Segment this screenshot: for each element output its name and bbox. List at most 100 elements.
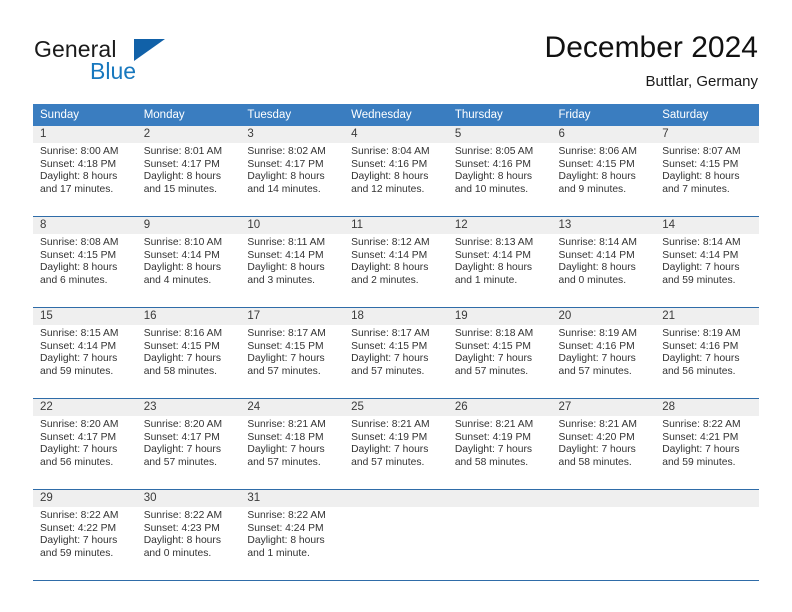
day-info-daylight2-line: and 14 minutes.: [247, 183, 321, 195]
weekday-header-monday: Monday: [136, 104, 241, 126]
day-info-daylight1-line: Daylight: 7 hours: [143, 353, 221, 365]
day-cell-inner: 1 Sunrise: 8:00 AM Sunset: 4:18 PM Daylight…: [33, 126, 137, 216]
calendar-day-cell[interactable]: 26 Sunrise: 8:21 AM Sunset: 4:19 PM Dayligh…: [447, 398, 552, 490]
day-number: [655, 490, 759, 507]
day-info-daylight2-line: and 57 minutes.: [247, 365, 321, 377]
day-info-sunrise-line: Sunrise: 8:20 AM: [143, 419, 223, 430]
day-info-sunrise-line: Sunrise: 8:22 AM: [662, 419, 741, 430]
day-info-sunset-line: Sunset: 4:22 PM: [40, 522, 117, 534]
calendar-day-cell[interactable]: 22 Sunrise: 8:20 AM Sunset: 4:17 PM Dayligh…: [33, 398, 137, 490]
calendar-day-cell[interactable]: 1 Sunrise: 8:00 AM Sunset: 4:18 PM Daylight…: [33, 126, 137, 217]
day-sun-info: Sunrise: 8:02 AM Sunset: 4:17 PM Daylight:…: [240, 143, 344, 196]
day-info-daylight1-line: Daylight: 8 hours: [558, 171, 636, 183]
calendar-day-cell[interactable]: 4 Sunrise: 8:04 AM Sunset: 4:16 PM Daylight…: [344, 126, 448, 217]
title-block: December 2024 Buttlar, Germany: [545, 30, 758, 92]
day-info-daylight1-line: Daylight: 7 hours: [247, 444, 325, 456]
calendar-day-cell[interactable]: 29 Sunrise: 8:22 AM Sunset: 4:22 PM Dayligh…: [33, 489, 137, 580]
calendar-day-cell[interactable]: 21 Sunrise: 8:19 AM Sunset: 4:16 PM Dayligh…: [655, 307, 759, 399]
day-info-daylight1-line: Daylight: 7 hours: [40, 444, 118, 456]
calendar-day-cell[interactable]: 31 Sunrise: 8:22 AM Sunset: 4:24 PM Dayligh…: [240, 489, 345, 580]
day-sun-info: Sunrise: 8:19 AM Sunset: 4:16 PM Daylight:…: [655, 325, 759, 378]
day-info-sunrise-line: Sunrise: 8:15 AM: [40, 328, 119, 339]
calendar-day-cell[interactable]: 15 Sunrise: 8:15 AM Sunset: 4:14 PM Dayligh…: [33, 307, 137, 399]
day-cell-inner: 26 Sunrise: 8:21 AM Sunset: 4:19 PM Dayligh…: [447, 399, 552, 489]
calendar-day-cell[interactable]: 23 Sunrise: 8:20 AM Sunset: 4:17 PM Dayligh…: [136, 398, 241, 490]
calendar-day-cell[interactable]: 25 Sunrise: 8:21 AM Sunset: 4:19 PM Dayligh…: [344, 398, 448, 490]
calendar-day-cell[interactable]: 19 Sunrise: 8:18 AM Sunset: 4:15 PM Dayligh…: [447, 307, 552, 399]
day-info-sunset-line: Sunset: 4:14 PM: [662, 249, 739, 261]
general-blue-logo[interactable]: General Blue: [34, 36, 214, 92]
calendar-day-cell[interactable]: 27 Sunrise: 8:21 AM Sunset: 4:20 PM Dayligh…: [551, 398, 656, 490]
calendar-day-cell[interactable]: 11 Sunrise: 8:12 AM Sunset: 4:14 PM Dayligh…: [344, 216, 448, 308]
calendar-day-cell[interactable]: 28 Sunrise: 8:22 AM Sunset: 4:21 PM Dayligh…: [655, 398, 759, 490]
day-cell-inner: 22 Sunrise: 8:20 AM Sunset: 4:17 PM Dayligh…: [33, 399, 137, 489]
day-sun-info: Sunrise: 8:14 AM Sunset: 4:14 PM Daylight:…: [655, 234, 759, 287]
day-info-daylight1-line: Daylight: 8 hours: [558, 262, 636, 274]
day-info-daylight2-line: and 57 minutes.: [143, 456, 217, 468]
day-info-daylight2-line: and 56 minutes.: [662, 365, 736, 377]
day-info-sunrise-line: Sunrise: 8:17 AM: [247, 328, 326, 339]
calendar-day-cell[interactable]: 12 Sunrise: 8:13 AM Sunset: 4:14 PM Dayligh…: [447, 216, 552, 308]
calendar-day-cell[interactable]: 5 Sunrise: 8:05 AM Sunset: 4:16 PM Daylight…: [447, 126, 552, 217]
calendar-day-cell[interactable]: 6 Sunrise: 8:06 AM Sunset: 4:15 PM Daylight…: [551, 126, 656, 217]
day-info-sunset-line: Sunset: 4:17 PM: [247, 158, 324, 170]
day-sun-info: Sunrise: 8:00 AM Sunset: 4:18 PM Daylight:…: [33, 143, 137, 196]
day-info-sunrise-line: Sunrise: 8:22 AM: [143, 510, 223, 521]
day-number: 4: [344, 126, 448, 143]
calendar-day-cell[interactable]: 17 Sunrise: 8:17 AM Sunset: 4:15 PM Dayligh…: [240, 307, 345, 399]
day-cell-inner: 28 Sunrise: 8:22 AM Sunset: 4:21 PM Dayligh…: [655, 399, 759, 489]
day-info-sunset-line: Sunset: 4:17 PM: [143, 158, 220, 170]
day-info-sunrise-line: Sunrise: 8:11 AM: [247, 237, 326, 248]
day-sun-info: Sunrise: 8:05 AM Sunset: 4:16 PM Daylight:…: [448, 143, 552, 196]
day-info-daylight1-line: Daylight: 7 hours: [143, 444, 221, 456]
triangle-flag-icon: [134, 39, 165, 61]
day-info-daylight2-line: and 59 minutes.: [40, 365, 114, 377]
day-sun-info: Sunrise: 8:12 AM Sunset: 4:14 PM Daylight:…: [344, 234, 448, 287]
page-header: General Blue December 2024 Buttlar, Germ…: [0, 0, 792, 100]
calendar-day-cell[interactable]: 8 Sunrise: 8:08 AM Sunset: 4:15 PM Daylight…: [33, 216, 137, 308]
calendar-day-cell[interactable]: 14 Sunrise: 8:14 AM Sunset: 4:14 PM Dayligh…: [655, 216, 759, 308]
day-info-sunset-line: Sunset: 4:18 PM: [247, 431, 324, 443]
day-number: 21: [655, 308, 759, 325]
day-info-daylight1-line: Daylight: 8 hours: [454, 171, 533, 183]
day-cell-inner: 12 Sunrise: 8:13 AM Sunset: 4:14 PM Dayligh…: [447, 217, 552, 307]
day-number: 19: [447, 308, 552, 325]
day-number: 3: [240, 126, 345, 143]
day-info-sunset-line: Sunset: 4:19 PM: [351, 431, 428, 443]
calendar-day-cell[interactable]: 2 Sunrise: 8:01 AM Sunset: 4:17 PM Daylight…: [136, 126, 241, 217]
day-number: 26: [447, 399, 552, 416]
calendar-day-cell[interactable]: 16 Sunrise: 8:16 AM Sunset: 4:15 PM Dayligh…: [136, 307, 241, 399]
calendar-day-cell[interactable]: 20 Sunrise: 8:19 AM Sunset: 4:16 PM Dayligh…: [551, 307, 656, 399]
day-info-daylight1-line: Daylight: 7 hours: [662, 262, 740, 274]
calendar-day-cell[interactable]: 30 Sunrise: 8:22 AM Sunset: 4:23 PM Dayligh…: [136, 489, 241, 580]
calendar-day-cell[interactable]: 3 Sunrise: 8:02 AM Sunset: 4:17 PM Daylight…: [240, 126, 345, 217]
day-number: 18: [344, 308, 448, 325]
calendar-day-cell[interactable]: 9 Sunrise: 8:10 AM Sunset: 4:14 PM Daylight…: [136, 216, 241, 308]
weekday-header-saturday: Saturday: [655, 104, 759, 126]
day-info-daylight2-line: and 59 minutes.: [40, 547, 114, 559]
day-info-sunset-line: Sunset: 4:15 PM: [662, 158, 739, 170]
day-info-sunrise-line: Sunrise: 8:19 AM: [662, 328, 741, 339]
day-info-daylight2-line: and 59 minutes.: [662, 274, 736, 286]
day-cell-inner: 17 Sunrise: 8:17 AM Sunset: 4:15 PM Dayligh…: [240, 308, 345, 398]
day-info-daylight2-line: and 0 minutes.: [143, 547, 212, 559]
day-info-daylight2-line: and 7 minutes.: [662, 183, 730, 195]
day-info-daylight2-line: and 58 minutes.: [558, 456, 632, 468]
calendar-day-cell[interactable]: 7 Sunrise: 8:07 AM Sunset: 4:15 PM Daylight…: [655, 126, 759, 217]
day-info-sunrise-line: Sunrise: 8:12 AM: [351, 237, 430, 248]
calendar-day-cell[interactable]: 24 Sunrise: 8:21 AM Sunset: 4:18 PM Dayligh…: [240, 398, 345, 490]
calendar-week-row: 8 Sunrise: 8:08 AM Sunset: 4:15 PM Daylight…: [33, 216, 759, 308]
day-info-sunrise-line: Sunrise: 8:00 AM: [40, 146, 119, 157]
calendar-day-cell-empty: [655, 489, 759, 580]
day-info-daylight2-line: and 17 minutes.: [40, 183, 114, 195]
day-sun-info: Sunrise: 8:21 AM Sunset: 4:20 PM Daylight:…: [552, 416, 656, 469]
calendar-page: General Blue December 2024 Buttlar, Germ…: [0, 0, 792, 612]
calendar-day-cell[interactable]: 18 Sunrise: 8:17 AM Sunset: 4:15 PM Dayligh…: [344, 307, 448, 399]
day-info-daylight2-line: and 3 minutes.: [247, 274, 315, 286]
day-sun-info: Sunrise: 8:14 AM Sunset: 4:14 PM Daylight:…: [552, 234, 656, 287]
calendar-day-cell[interactable]: 13 Sunrise: 8:14 AM Sunset: 4:14 PM Dayligh…: [551, 216, 656, 308]
day-cell-inner: 3 Sunrise: 8:02 AM Sunset: 4:17 PM Daylight…: [240, 126, 345, 216]
day-sun-info: Sunrise: 8:22 AM Sunset: 4:21 PM Daylight:…: [655, 416, 759, 469]
day-info-daylight2-line: and 6 minutes.: [40, 274, 108, 286]
calendar-day-cell[interactable]: 10 Sunrise: 8:11 AM Sunset: 4:14 PM Dayligh…: [240, 216, 345, 308]
